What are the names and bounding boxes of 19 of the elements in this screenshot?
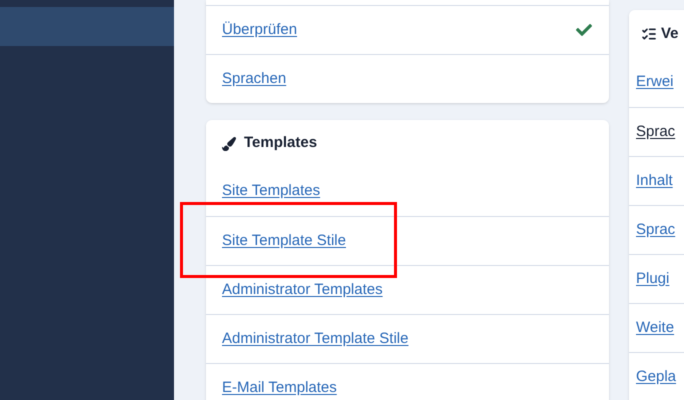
menu-link[interactable]: Plugi xyxy=(636,268,670,290)
menu-link[interactable]: Sprac xyxy=(636,120,676,144)
menu-link[interactable]: Überprüfen xyxy=(222,18,298,42)
menu-link[interactable]: E-Mail Templates xyxy=(222,376,337,400)
menu-link[interactable]: Administrator Templates xyxy=(222,278,383,302)
card-title: Ve xyxy=(661,24,679,44)
menu-link[interactable]: Inhalt xyxy=(636,170,673,192)
brush-icon xyxy=(222,136,236,150)
menu-link[interactable]: Erwei xyxy=(636,71,674,94)
menu-link[interactable]: Sprac xyxy=(636,218,676,242)
menu-link[interactable]: Site Template Stile xyxy=(222,230,346,252)
menu-link[interactable]: Gepla xyxy=(636,366,676,388)
menu-link[interactable]: Site Templates xyxy=(222,180,320,203)
checklist-icon xyxy=(641,26,657,42)
card-title: Templates xyxy=(244,133,318,154)
menu-link[interactable]: Sprachen xyxy=(222,68,286,90)
check-icon xyxy=(576,22,592,38)
menu-link[interactable]: Administrator Template Stile xyxy=(222,328,408,350)
menu-link[interactable]: Weite xyxy=(636,316,674,340)
